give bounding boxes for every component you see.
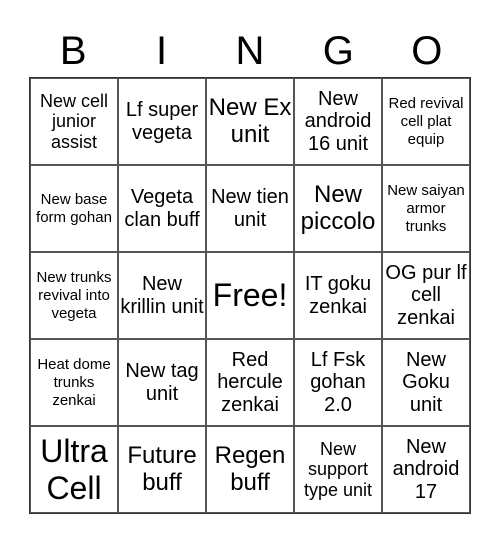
header-letter-o: O <box>411 29 443 73</box>
header-letter-n: N <box>235 29 265 73</box>
header-letter-i: I <box>156 29 168 73</box>
bingo-grid: New cell junior assist Lf super vegeta N… <box>29 77 471 514</box>
bingo-cell[interactable]: New tag unit <box>118 339 206 426</box>
header-letter-b: B <box>59 29 87 73</box>
bingo-cell[interactable]: New Ex unit <box>206 78 294 165</box>
bingo-cell[interactable]: New trunks revival into vegeta <box>30 252 118 339</box>
bingo-cell[interactable]: New krillin unit <box>118 252 206 339</box>
bingo-cell[interactable]: New support type unit <box>294 426 382 513</box>
bingo-cell[interactable]: Lf Fsk gohan 2.0 <box>294 339 382 426</box>
bingo-cell[interactable]: New tien unit <box>206 165 294 252</box>
bingo-cell[interactable]: New piccolo <box>294 165 382 252</box>
bingo-cell[interactable]: Red revival cell plat equip <box>382 78 470 165</box>
free-space-cell[interactable]: Free! <box>206 252 294 339</box>
bingo-cell[interactable]: Red hercule zenkai <box>206 339 294 426</box>
bingo-cell[interactable]: New android 17 <box>382 426 470 513</box>
bingo-cell[interactable]: Lf super vegeta <box>118 78 206 165</box>
bingo-cell[interactable]: Future buff <box>118 426 206 513</box>
header-letter-g: G <box>322 29 354 73</box>
bingo-cell[interactable]: New Goku unit <box>382 339 470 426</box>
bingo-cell[interactable]: IT goku zenkai <box>294 252 382 339</box>
bingo-cell[interactable]: Vegeta clan buff <box>118 165 206 252</box>
bingo-cell[interactable]: Heat dome trunks zenkai <box>30 339 118 426</box>
bingo-cell[interactable]: New saiyan armor trunks <box>382 165 470 252</box>
bingo-cell[interactable]: New android 16 unit <box>294 78 382 165</box>
bingo-cell[interactable]: New base form gohan <box>30 165 118 252</box>
bingo-cell[interactable]: Regen buff <box>206 426 294 513</box>
bingo-header: B I N G O <box>29 28 471 74</box>
bingo-cell[interactable]: New cell junior assist <box>30 78 118 165</box>
bingo-cell[interactable]: Ultra Cell <box>30 426 118 513</box>
bingo-cell[interactable]: OG pur lf cell zenkai <box>382 252 470 339</box>
